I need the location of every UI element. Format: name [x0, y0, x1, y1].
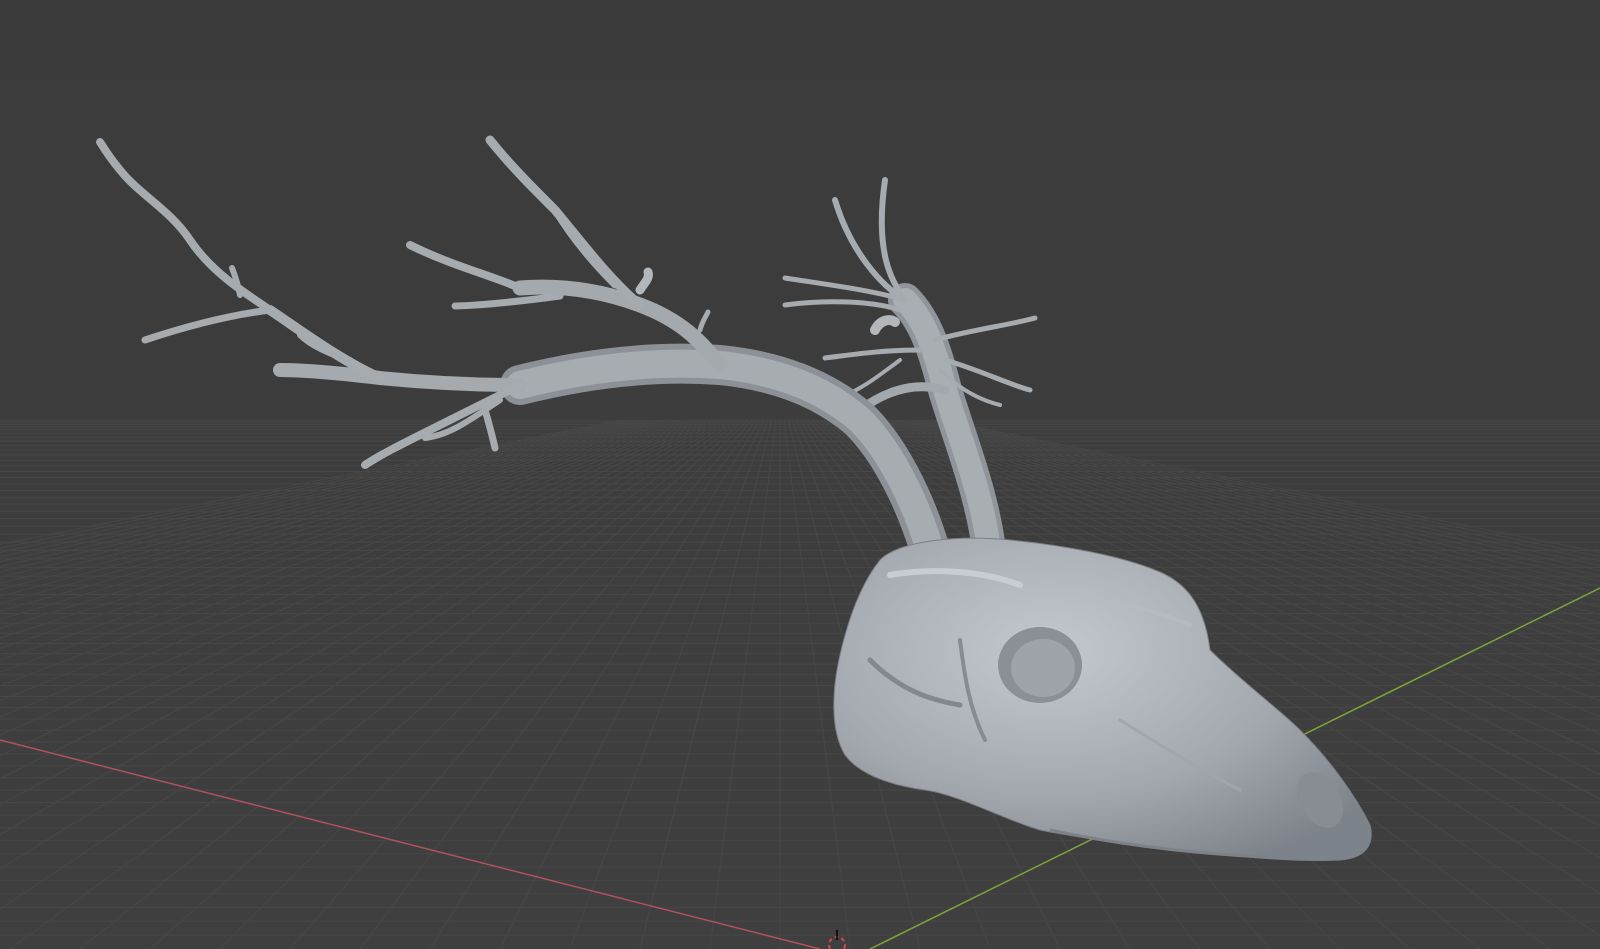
viewport-canvas[interactable] [0, 0, 1600, 949]
3d-viewport[interactable] [0, 0, 1600, 949]
